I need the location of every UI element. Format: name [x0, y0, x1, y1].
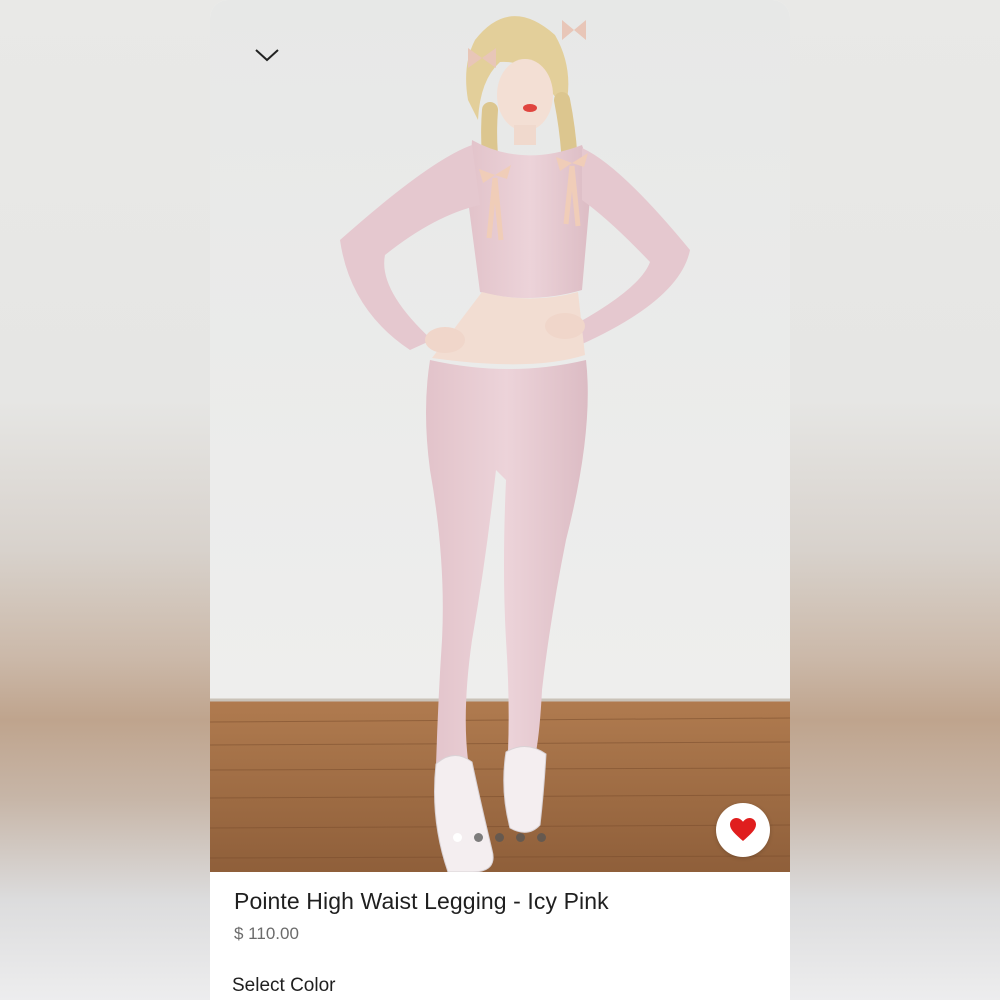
pagination-dot-active[interactable]	[453, 833, 462, 842]
collapse-button[interactable]	[250, 40, 284, 70]
pagination-dot[interactable]	[474, 833, 483, 842]
product-info: Pointe High Waist Legging - Icy Pink $ 1…	[210, 872, 790, 1000]
pagination-dot[interactable]	[495, 833, 504, 842]
heart-icon	[730, 818, 756, 841]
product-photo	[210, 0, 790, 872]
gallery-pagination	[453, 833, 546, 842]
chevron-down-icon	[255, 49, 279, 62]
product-title: Pointe High Waist Legging - Icy Pink	[234, 888, 609, 914]
pagination-dot[interactable]	[537, 833, 546, 842]
product-detail-screen: Pointe High Waist Legging - Icy Pink $ 1…	[210, 0, 790, 1000]
pagination-dot[interactable]	[516, 833, 525, 842]
product-price: $ 110.00	[234, 924, 299, 943]
favorite-button[interactable]	[716, 803, 770, 857]
product-image-gallery[interactable]	[210, 0, 790, 872]
select-color-label[interactable]: Select Color	[232, 975, 336, 997]
